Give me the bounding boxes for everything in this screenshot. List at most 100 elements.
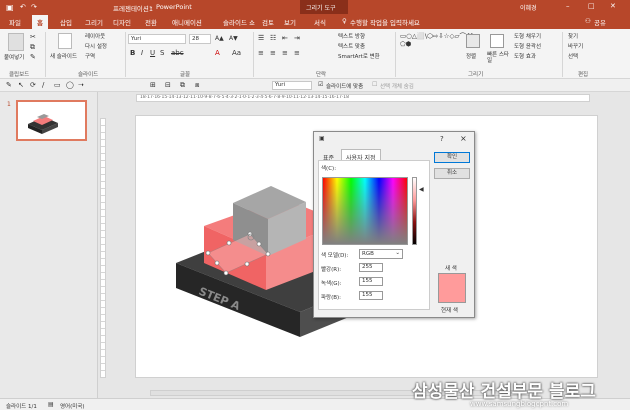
line-icon[interactable]: / [42,81,44,89]
tab-review[interactable]: 검토 [262,17,274,27]
replace-button[interactable]: 바꾸기 [568,42,583,50]
slide-thumbnail-pane: 1 [0,92,98,398]
align-right-icon[interactable]: ≡ [282,49,288,57]
distribute-icon[interactable]: ⊟ [165,81,171,89]
order-icon[interactable]: ⧈ [195,81,199,90]
redo-icon[interactable]: ↷ [31,3,37,11]
format-painter-icon[interactable]: ✎ [30,53,36,61]
ok-button[interactable]: 확인 [434,152,470,163]
bold-icon[interactable]: B [130,49,135,57]
indent-icon[interactable]: ⇤ [282,34,288,42]
blue-input[interactable]: 155 [359,291,383,300]
find-button[interactable]: 찾기 [568,32,578,40]
new-slide-icon[interactable] [58,33,72,49]
maximize-icon[interactable]: □ [588,2,595,10]
numbering-icon[interactable]: ☷ [270,34,276,42]
document-title: 프레젠테이션1 [113,5,154,13]
shape-outline-button[interactable]: 도형 윤곽선 [514,42,541,50]
shapes-gallery[interactable]: ▭○△⬜\⬡⇨⇩☆◇▱⌒{}⬠⬢ [400,32,474,65]
tab-draw[interactable]: 그리기 [85,17,103,27]
separator [395,32,396,77]
section-button[interactable]: 구역 [85,52,95,60]
spellcheck-icon[interactable]: ▤ [48,401,54,408]
arrow-icon[interactable]: ➝ [78,81,84,89]
minimize-icon[interactable]: – [566,2,570,10]
tab-view[interactable]: 보기 [284,17,296,27]
font-name-box[interactable]: Yuri [128,34,186,44]
luminance-arrow-icon[interactable]: ◀ [419,186,424,193]
align-center-icon[interactable]: ≡ [270,49,276,57]
format-tool-icon[interactable]: ✎ [6,81,12,89]
tab-insert[interactable]: 삽입 [60,17,72,27]
shrink-font-icon[interactable]: A▼ [229,35,238,42]
underline-icon[interactable]: U [150,49,155,57]
shape-fill-button[interactable]: 도형 채우기 [514,32,541,40]
tab-animations[interactable]: 애니메이션 [172,17,202,27]
copy-icon[interactable]: ⧉ [30,43,35,52]
slide-count: 슬라이드 1/1 [6,404,37,410]
ruler-ticks: 18·17·16·15·14·13·12·11·10·9·8·7·6·5·4·3… [140,95,349,100]
luminance-slider[interactable] [412,177,417,245]
layout-button[interactable]: 레이아웃 [85,32,105,40]
undo-icon[interactable]: ↶ [20,3,26,11]
align-left-icon[interactable]: ≡ [258,49,264,57]
reset-button[interactable]: 다시 설정 [85,42,107,50]
align-icon[interactable]: ⊞ [150,81,156,89]
share-button[interactable]: 공유 [594,17,606,27]
green-input[interactable]: 155 [359,277,383,286]
tab-transitions[interactable]: 전환 [145,17,157,27]
rectangle-icon[interactable]: ▭ [54,81,61,89]
clipboard-icon[interactable] [8,33,24,51]
color-model-select[interactable]: RGB ⌄ [359,249,403,259]
italic-icon[interactable]: I [141,49,143,57]
format-font-value: Yuri [275,82,286,88]
slide-thumbnail-1[interactable] [16,100,87,141]
highlight-icon[interactable]: Aa [232,49,241,57]
save-icon[interactable]: ▣ [6,3,14,12]
tab-format[interactable]: 서식 [314,17,326,27]
outdent-icon[interactable]: ⇥ [294,34,300,42]
red-input[interactable]: 255 [359,263,383,272]
rotate-icon[interactable]: ⟳ [30,81,36,89]
tell-me-box[interactable]: 수행할 작업을 입력하세요 [350,17,420,27]
language-status[interactable]: 영어(미국) [60,402,85,410]
shape-effects-button[interactable]: 도형 효과 [514,52,536,60]
help-icon[interactable]: ? [440,135,444,143]
bullets-icon[interactable]: ☰ [258,34,264,42]
tab-custom[interactable]: 사용자 지정 [341,149,381,162]
quick-styles-icon[interactable] [490,34,504,48]
cancel-button[interactable]: 취소 [434,168,470,179]
select-button[interactable]: 선택 [568,52,578,60]
group-icon[interactable]: ⧉ [180,81,185,90]
font-color-icon[interactable]: A [215,49,220,57]
quick-styles-button[interactable]: 빠른 스타일 [487,52,511,64]
cut-icon[interactable]: ✂ [30,33,36,41]
snap-checkbox[interactable]: ☑ [318,81,323,88]
close-window-icon[interactable]: ✕ [610,2,616,10]
tab-slideshow[interactable]: 슬라이드 쇼 [223,17,255,27]
align-text-button[interactable]: 텍스트 맞춤 [338,42,365,50]
share-icon[interactable]: ⚇ [585,17,591,25]
font-size-box[interactable]: 28 [189,34,211,44]
format-font-box[interactable]: Yuri [272,81,312,90]
arrange-icon[interactable] [466,34,480,48]
arrange-button[interactable]: 정렬 [466,52,476,60]
hide-checkbox[interactable]: ☐ [372,81,377,88]
text-direction-button[interactable]: 텍스트 방향 [338,32,365,40]
pointer-icon[interactable]: ↖ [18,81,24,89]
user-name[interactable]: 이혜경 [520,3,537,12]
smartart-button[interactable]: SmartArt로 변환 [338,52,380,60]
tab-file[interactable]: 파일 [9,17,21,27]
oval-icon[interactable]: ◯ [66,81,74,89]
color-spectrum[interactable] [322,177,408,245]
grow-font-icon[interactable]: A▲ [215,35,224,42]
new-slide-button[interactable]: 새 슬라이드 [50,52,77,60]
justify-icon[interactable]: ≡ [294,49,300,57]
dialog-close-icon[interactable]: × [460,134,467,143]
paste-button[interactable]: 붙여넣기 [4,53,24,61]
tab-design[interactable]: 디자인 [113,17,131,27]
shadow-icon[interactable]: S [160,49,164,57]
tab-home[interactable]: 홈 [32,15,48,29]
strikethrough-icon[interactable]: abc [171,49,184,57]
group-slides-label: 슬라이드 [78,72,99,78]
